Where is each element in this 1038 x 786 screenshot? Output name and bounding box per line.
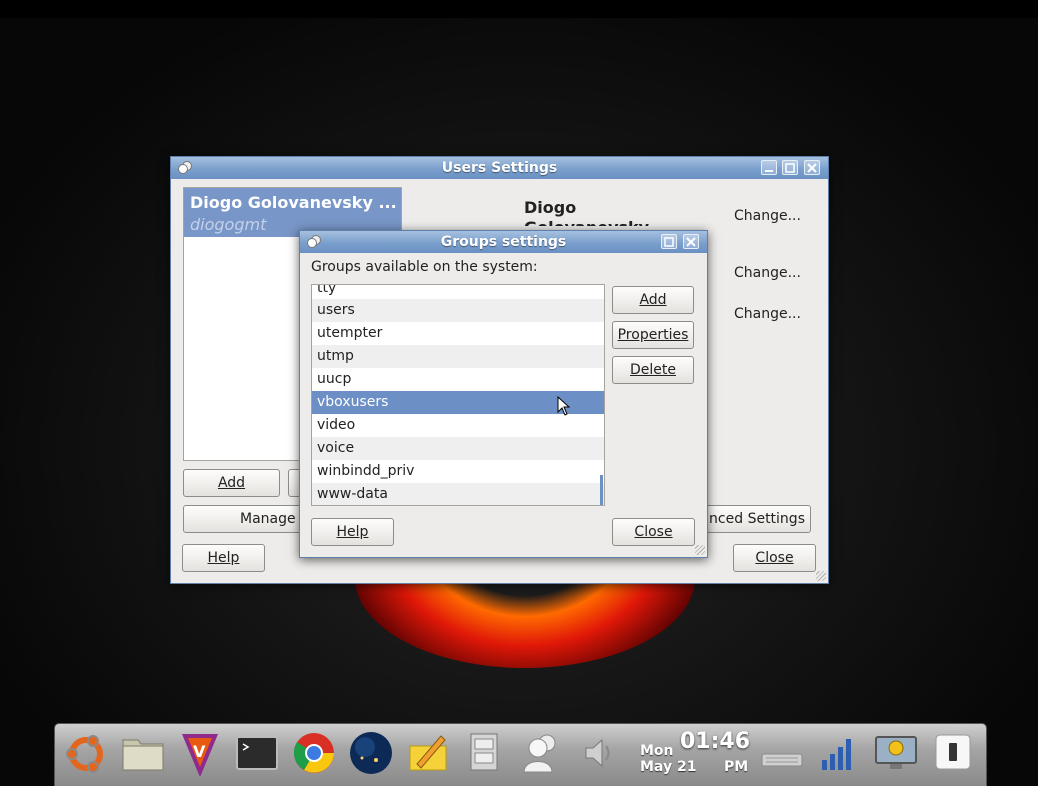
users-window-titlebar[interactable]: Users Settings — [171, 157, 828, 179]
maximize-icon[interactable] — [782, 160, 798, 175]
user-detail-name: Diogo Golovanevsky Monteiro — [524, 198, 649, 226]
close-icon[interactable] — [683, 234, 699, 249]
ubuntu-logo-icon[interactable] — [63, 730, 109, 776]
user-login-name: diogogmt — [190, 215, 267, 234]
groups-heading: Groups available on the system: — [311, 259, 538, 275]
list-item[interactable]: users — [312, 299, 604, 322]
list-item[interactable]: utempter — [312, 322, 604, 345]
resize-grip[interactable] — [816, 571, 826, 581]
power-icon[interactable] — [930, 730, 976, 776]
close-icon[interactable] — [804, 160, 820, 175]
users-close-button[interactable]: Close — [733, 544, 816, 572]
clock-day: Mon — [640, 743, 674, 759]
add-group-button[interactable]: Add — [612, 286, 694, 314]
minimize-icon[interactable] — [761, 160, 777, 175]
maximize-icon[interactable] — [661, 234, 677, 249]
notes-icon[interactable] — [405, 730, 451, 776]
change-name-link[interactable]: Change... — [734, 208, 801, 224]
mouse-cursor-icon — [557, 396, 571, 416]
list-item[interactable]: tty — [312, 285, 604, 300]
groups-window-title: Groups settings — [440, 234, 567, 250]
change-password-link[interactable]: Change... — [734, 265, 801, 281]
list-item[interactable]: video — [312, 414, 604, 437]
chrome-icon[interactable] — [291, 730, 337, 776]
vlc-icon[interactable]: V — [177, 730, 223, 778]
earth-icon[interactable] — [348, 730, 394, 776]
change-account-type-link[interactable]: Change... — [734, 306, 801, 322]
groups-help-button[interactable]: Help — [311, 518, 394, 546]
dock-panel: V Mon May 21 01:46 PM — [54, 723, 987, 786]
svg-text:V: V — [193, 742, 206, 761]
groups-close-button[interactable]: Close — [612, 518, 695, 546]
resize-grip[interactable] — [695, 545, 705, 555]
list-item[interactable]: winbindd_priv — [312, 460, 604, 483]
list-item[interactable]: www-data — [312, 483, 604, 505]
user-full-name: Diogo Golovanevsky ... — [190, 193, 397, 212]
add-user-button[interactable]: Add — [183, 469, 280, 497]
users-window-title: Users Settings — [441, 160, 558, 176]
monitor-icon[interactable] — [873, 730, 919, 776]
clock-ampm: PM — [724, 759, 749, 775]
advanced-settings-button[interactable]: anced Settings — [691, 505, 811, 533]
list-item[interactable]: voice — [312, 437, 604, 460]
groups-window-titlebar[interactable]: Groups settings — [300, 231, 707, 253]
groups-settings-window: Groups settings Groups available on the … — [299, 230, 708, 558]
signal-icon[interactable] — [816, 730, 862, 776]
scrollbar-thumb[interactable] — [600, 475, 603, 505]
volume-icon[interactable] — [576, 730, 622, 776]
file-cabinet-icon[interactable] — [462, 730, 508, 776]
group-properties-button[interactable]: Properties — [612, 321, 694, 349]
users-icon[interactable] — [519, 730, 565, 776]
terminal-icon[interactable] — [234, 730, 280, 776]
list-item[interactable]: utmp — [312, 345, 604, 368]
groups-list[interactable]: tty users utempter utmp uucp vboxusers v… — [311, 284, 605, 506]
keyboard-icon[interactable] — [759, 730, 805, 776]
list-item[interactable]: uucp — [312, 368, 604, 391]
clock-date: May 21 — [640, 759, 697, 775]
groups-icon — [306, 235, 322, 249]
delete-group-button[interactable]: Delete — [612, 356, 694, 384]
clock-time[interactable]: 01:46 — [680, 729, 750, 754]
users-help-button[interactable]: Help — [182, 544, 265, 572]
files-icon[interactable] — [120, 730, 166, 776]
users-icon — [177, 161, 193, 175]
